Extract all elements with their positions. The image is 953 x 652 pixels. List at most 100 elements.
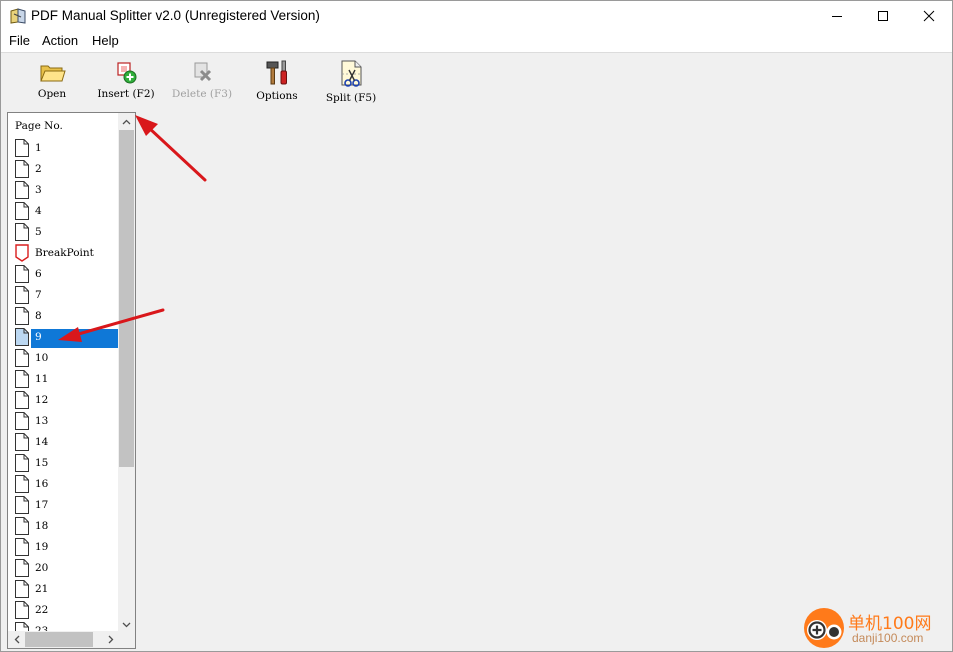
scroll-right-icon[interactable]	[102, 631, 119, 648]
list-item[interactable]: 18	[13, 516, 119, 537]
list-item[interactable]: 16	[13, 474, 119, 495]
list-item[interactable]: BreakPoint	[13, 243, 119, 264]
list-item-label: 9	[35, 331, 42, 343]
list-item[interactable]: 15	[13, 453, 119, 474]
page-rows: 1 2 3 4 5 BreakPoint 6 7 8 9 10 11 12 13 14 15 16 17 18 19 2…	[13, 138, 119, 642]
list-item-label: 10	[35, 352, 49, 364]
split-button[interactable]: Split (F5)	[317, 59, 385, 107]
list-item[interactable]: 8	[13, 306, 119, 327]
window-title: PDF Manual Splitter v2.0 (Unregistered V…	[31, 8, 320, 23]
list-item-label: 18	[35, 520, 49, 532]
vertical-scroll-thumb[interactable]	[119, 130, 134, 467]
list-item[interactable]: 9	[13, 327, 119, 348]
selection-highlight	[31, 329, 119, 348]
list-item-label: 3	[35, 184, 42, 196]
scroll-left-icon[interactable]	[8, 631, 25, 648]
page-icon	[15, 349, 29, 367]
watermark-logo-icon	[804, 608, 844, 648]
scroll-corner	[118, 631, 135, 648]
horizontal-scrollbar[interactable]	[8, 631, 119, 648]
list-item[interactable]: 22	[13, 600, 119, 621]
page-icon	[15, 307, 29, 325]
breakpoint-icon	[15, 244, 29, 262]
page-icon	[15, 286, 29, 304]
list-item[interactable]: 20	[13, 558, 119, 579]
toolbar: Open Insert (F2) Delete (F3) Options Spl…	[1, 53, 952, 108]
watermark: 单机100网 danji100.com	[802, 604, 952, 650]
page-list[interactable]: Page No. 1 2 3 4 5 BreakPoint 6 7 8 9 10 11 12 13 14 15…	[7, 112, 136, 649]
delete-label: Delete (F3)	[171, 88, 233, 100]
list-item-label: 21	[35, 583, 49, 595]
list-item-label: 13	[35, 415, 49, 427]
close-icon	[923, 10, 935, 22]
title-bar[interactable]: PDF Manual Splitter v2.0 (Unregistered V…	[1, 1, 952, 31]
list-item-label: 16	[35, 478, 49, 490]
insert-label: Insert (F2)	[97, 88, 155, 100]
list-item[interactable]: 3	[13, 180, 119, 201]
page-icon	[15, 181, 29, 199]
tools-icon	[266, 60, 287, 85]
page-icon	[15, 517, 29, 535]
list-item-label: BreakPoint	[35, 247, 94, 259]
vertical-scrollbar[interactable]	[118, 113, 135, 633]
list-item[interactable]: 10	[13, 348, 119, 369]
list-item-label: 14	[35, 436, 49, 448]
split-scissors-icon	[341, 60, 362, 87]
list-item-label: 1	[35, 142, 42, 154]
page-icon	[15, 370, 29, 388]
list-item[interactable]: 7	[13, 285, 119, 306]
insert-page-icon	[117, 62, 137, 84]
insert-button[interactable]: Insert (F2)	[89, 59, 163, 107]
list-item[interactable]: 12	[13, 390, 119, 411]
list-item-label: 15	[35, 457, 49, 469]
delete-page-icon	[194, 62, 212, 82]
page-icon	[15, 265, 29, 283]
list-item-label: 20	[35, 562, 49, 574]
open-button[interactable]: Open	[31, 59, 73, 107]
list-item[interactable]: 6	[13, 264, 119, 285]
app-icon	[9, 8, 27, 24]
list-item[interactable]: 11	[13, 369, 119, 390]
menu-bar: File Action Help	[1, 31, 952, 53]
page-icon	[15, 454, 29, 472]
page-icon	[15, 496, 29, 514]
list-item[interactable]: 5	[13, 222, 119, 243]
page-icon	[15, 160, 29, 178]
minimize-button[interactable]	[814, 1, 860, 31]
options-label: Options	[256, 90, 298, 102]
options-button[interactable]: Options	[251, 59, 303, 107]
folder-open-icon	[40, 65, 66, 82]
maximize-icon	[878, 11, 888, 21]
split-label: Split (F5)	[325, 92, 377, 104]
page-icon	[15, 601, 29, 619]
list-item-label: 6	[35, 268, 42, 280]
list-item[interactable]: 14	[13, 432, 119, 453]
menu-action[interactable]: Action	[42, 33, 78, 48]
list-item-label: 7	[35, 289, 42, 301]
list-item-label: 11	[35, 373, 49, 385]
list-item[interactable]: 17	[13, 495, 119, 516]
page-icon	[15, 223, 29, 241]
list-item-label: 19	[35, 541, 49, 553]
maximize-button[interactable]	[860, 1, 906, 31]
list-item[interactable]: 21	[13, 579, 119, 600]
delete-button[interactable]: Delete (F3)	[165, 59, 239, 107]
list-item[interactable]: 13	[13, 411, 119, 432]
list-item-label: 2	[35, 163, 42, 175]
list-item-label: 22	[35, 604, 49, 616]
minimize-icon	[832, 16, 842, 17]
page-icon	[15, 328, 29, 346]
scroll-up-icon[interactable]	[118, 113, 135, 130]
list-item[interactable]: 19	[13, 537, 119, 558]
list-item[interactable]: 2	[13, 159, 119, 180]
menu-file[interactable]: File	[9, 33, 30, 48]
list-item-label: 12	[35, 394, 49, 406]
page-icon	[15, 475, 29, 493]
menu-help[interactable]: Help	[92, 33, 119, 48]
list-item[interactable]: 4	[13, 201, 119, 222]
list-item-label: 8	[35, 310, 42, 322]
horizontal-scroll-thumb[interactable]	[25, 632, 93, 647]
close-button[interactable]	[906, 1, 952, 31]
list-item[interactable]: 1	[13, 138, 119, 159]
page-icon	[15, 202, 29, 220]
